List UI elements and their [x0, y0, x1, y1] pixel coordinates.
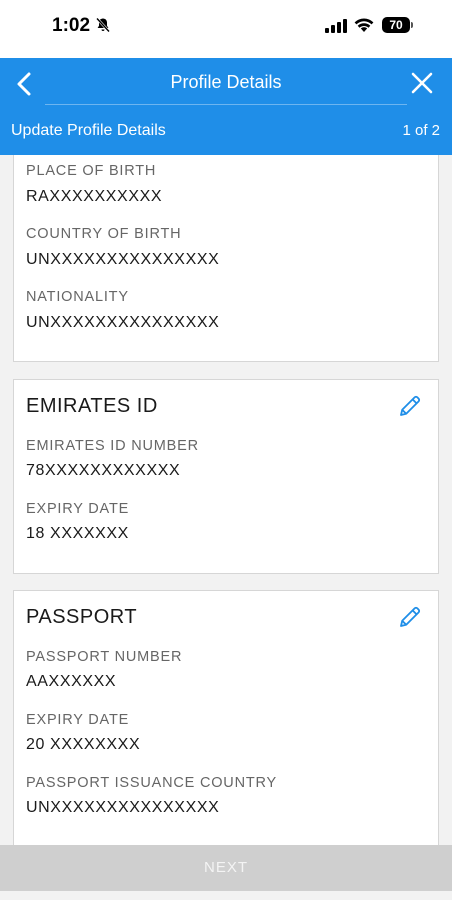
card-title: PASSPORT [26, 606, 138, 628]
field-value: AAXXXXXX [26, 673, 117, 690]
field-value: RAXXXXXXXXXX [26, 188, 163, 205]
field-label: PASSPORT NUMBER [26, 649, 183, 665]
field-value: UNXXXXXXXXXXXXXXX [26, 799, 220, 816]
header-divider [45, 104, 407, 105]
pencil-icon[interactable] [396, 603, 424, 631]
section-subtitle: Update Profile Details [11, 122, 166, 139]
pencil-icon[interactable] [396, 392, 424, 420]
signal-icon [325, 19, 347, 33]
bell-muted-icon [96, 17, 110, 33]
status-bar: 1:02 70 [0, 0, 452, 58]
card-title: EMIRATES ID [26, 395, 158, 417]
battery-icon: 70 [382, 17, 410, 33]
field-label: PLACE OF BIRTH [26, 163, 157, 179]
field-value: 18 XXXXXXX [26, 525, 129, 542]
profile-content[interactable]: PLACE OF BIRTH RAXXXXXXXXXX COUNTRY OF B… [0, 155, 452, 845]
personal-details-card: PLACE OF BIRTH RAXXXXXXXXXX COUNTRY OF B… [13, 155, 439, 362]
field-value: UNXXXXXXXXXXXXXXX [26, 314, 220, 331]
field-label: EXPIRY DATE [26, 712, 130, 728]
status-time: 1:02 [52, 15, 91, 36]
field-label: COUNTRY OF BIRTH [26, 226, 182, 242]
field-value: UNXXXXXXXXXXXXXXX [26, 251, 220, 268]
next-button[interactable]: NEXT [0, 845, 452, 891]
passport-card: PASSPORT PASSPORT NUMBER AAXXXXXX EXPIRY… [13, 590, 439, 845]
wifi-icon [354, 18, 374, 32]
step-indicator: 1 of 2 [402, 122, 440, 139]
close-icon[interactable] [406, 67, 438, 99]
field-value: 78XXXXXXXXXXXX [26, 462, 181, 479]
emirates-id-card: EMIRATES ID EMIRATES ID NUMBER 78XXXXXXX… [13, 379, 439, 574]
field-label: EMIRATES ID NUMBER [26, 438, 199, 454]
field-label: EXPIRY DATE [26, 501, 130, 517]
page-title: Profile Details [170, 72, 282, 92]
field-label: PASSPORT ISSUANCE COUNTRY [26, 775, 277, 791]
battery-cap [411, 22, 413, 28]
field-value: 20 XXXXXXXX [26, 736, 141, 753]
field-label: NATIONALITY [26, 289, 129, 305]
home-indicator-area [0, 891, 452, 900]
